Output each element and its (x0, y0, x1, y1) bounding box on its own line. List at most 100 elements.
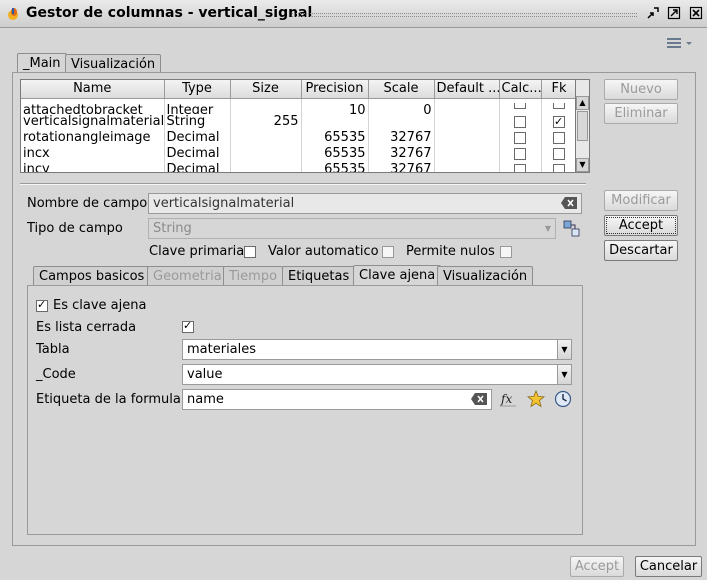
etiqueta-label: Etiqueta de la formula (36, 392, 181, 407)
footer-accept-button[interactable]: Accept (570, 556, 624, 577)
scroll-up-icon[interactable]: ▲ (576, 96, 589, 110)
cell-precision: 65535 (301, 129, 369, 146)
divider (20, 183, 586, 185)
cell-default (434, 98, 500, 114)
calc-checkbox[interactable] (514, 147, 526, 160)
clear-icon[interactable] (561, 197, 577, 209)
cell-type: Decimal (164, 129, 231, 146)
cell-size (230, 98, 302, 114)
col-header-fk[interactable]: Fk (541, 80, 575, 99)
cell-scale: 32767 (368, 145, 435, 162)
col-header-precision[interactable]: Precision (301, 80, 369, 99)
fk-checkbox[interactable] (553, 147, 565, 160)
svg-text:fx: fx (500, 392, 512, 406)
close-icon[interactable] (689, 6, 703, 20)
star-icon[interactable] (527, 390, 545, 408)
scroll-thumb[interactable] (577, 111, 588, 141)
col-header-scale[interactable]: Scale (368, 80, 435, 99)
col-header-calc[interactable]: Calc... (499, 80, 542, 99)
calc-checkbox[interactable] (514, 103, 526, 109)
permite-nulos-label: Permite nulos (406, 244, 495, 259)
tab-tiempo[interactable]: Tiempo (223, 266, 284, 286)
tab-campos-basicos[interactable]: Campos basicos (33, 266, 151, 286)
cell-type: String (164, 113, 231, 130)
title-grip (292, 13, 637, 17)
fk-checkbox[interactable] (553, 163, 565, 172)
fk-checkbox[interactable] (553, 131, 565, 144)
etiqueta-value: name (187, 392, 224, 407)
col-header-default[interactable]: Default ... (434, 80, 500, 99)
app-icon (8, 8, 18, 20)
cell-size (230, 145, 302, 162)
clear-icon[interactable] (471, 393, 487, 405)
fk-checkbox[interactable] (553, 114, 565, 129)
fk-checkbox[interactable] (553, 103, 565, 109)
cell-size: 255 (230, 113, 302, 130)
cell-size (230, 129, 302, 146)
chevron-down-icon[interactable]: ▼ (541, 219, 555, 238)
code-value: value (187, 367, 223, 382)
es-clave-ajena-label: Es clave ajena (53, 298, 147, 313)
menu-icon[interactable] (665, 36, 695, 50)
cell-type: Decimal (164, 161, 231, 172)
es-clave-ajena-checkbox[interactable] (36, 298, 48, 312)
nombre-field[interactable]: verticalsignalmaterial (148, 193, 582, 214)
clock-icon[interactable] (554, 390, 572, 408)
tipo-value: String (153, 221, 192, 236)
tab-main[interactable]: _Main (17, 53, 67, 74)
tab-visualizacion[interactable]: Visualización (65, 54, 162, 74)
table-scrollbar[interactable]: ▲ ▼ (576, 79, 590, 173)
tab-etiquetas[interactable]: Etiquetas (282, 266, 356, 286)
clave-primaria-checkbox[interactable] (244, 246, 256, 258)
columns-table[interactable]: Name Type Size Precision Scale Default .… (20, 79, 576, 173)
table-row[interactable]: incx Decimal 65535 32767 (21, 145, 575, 162)
fx-icon[interactable]: fx (499, 390, 517, 408)
table-row[interactable]: attachedtobracket Integer 10 0 (21, 98, 575, 114)
nombre-value: verticalsignalmaterial (153, 196, 295, 211)
scroll-down-icon[interactable]: ▼ (576, 158, 589, 172)
tabla-combo[interactable]: materiales ▼ (182, 339, 572, 360)
code-combo[interactable]: value ▼ (182, 364, 572, 385)
unpin-icon[interactable] (646, 6, 660, 20)
etiqueta-field[interactable]: name (182, 389, 492, 410)
chevron-down-icon[interactable]: ▼ (557, 365, 571, 384)
cell-scale (368, 113, 435, 130)
nuevo-button[interactable]: Nuevo (604, 79, 678, 100)
permite-nulos-checkbox[interactable] (500, 246, 512, 258)
eliminar-button[interactable]: Eliminar (604, 103, 678, 124)
maximize-icon[interactable] (667, 6, 681, 20)
table-row[interactable]: rotationangleimage Decimal 65535 32767 (21, 129, 575, 146)
table-header: Name Type Size Precision Scale Default .… (21, 80, 575, 99)
tipo-combo[interactable]: String ▼ (148, 218, 556, 239)
col-header-type[interactable]: Type (164, 80, 231, 99)
cell-name: attachedtobracket (21, 98, 165, 114)
es-lista-cerrada-label: Es lista cerrada (36, 320, 137, 335)
tipo-label: Tipo de campo (27, 221, 123, 236)
modificar-button[interactable]: Modificar (604, 190, 678, 211)
cell-precision: 65535 (301, 161, 369, 172)
window-title: Gestor de columnas - vertical_signal (26, 5, 313, 21)
pick-icon[interactable] (563, 220, 581, 238)
table-row[interactable]: incy Decimal 65535 32767 (21, 161, 575, 172)
cell-name: incy (21, 161, 165, 172)
descartar-button[interactable]: Descartar (604, 240, 678, 261)
cell-precision (301, 113, 369, 130)
calc-checkbox[interactable] (514, 115, 526, 128)
cell-scale: 32767 (368, 129, 435, 146)
col-header-size[interactable]: Size (230, 80, 302, 99)
calc-checkbox[interactable] (514, 163, 526, 172)
cell-scale: 0 (368, 98, 435, 114)
col-header-name[interactable]: Name (21, 80, 165, 99)
es-lista-cerrada-checkbox[interactable] (182, 319, 194, 333)
table-row[interactable]: verticalsignalmaterial String 255 (21, 113, 575, 130)
calc-checkbox[interactable] (514, 131, 526, 144)
tab-clave-ajena[interactable]: Clave ajena (353, 265, 442, 286)
cancelar-button[interactable]: Cancelar (635, 556, 702, 577)
code-label: _Code (36, 367, 76, 382)
valor-automatico-checkbox[interactable] (382, 246, 394, 258)
cell-default (434, 145, 500, 162)
tab-geometria[interactable]: Geometria (147, 266, 228, 286)
accept-button[interactable]: Accept (604, 215, 678, 236)
tab-visualizacion-sub[interactable]: Visualización (437, 266, 534, 286)
chevron-down-icon[interactable]: ▼ (557, 340, 571, 359)
